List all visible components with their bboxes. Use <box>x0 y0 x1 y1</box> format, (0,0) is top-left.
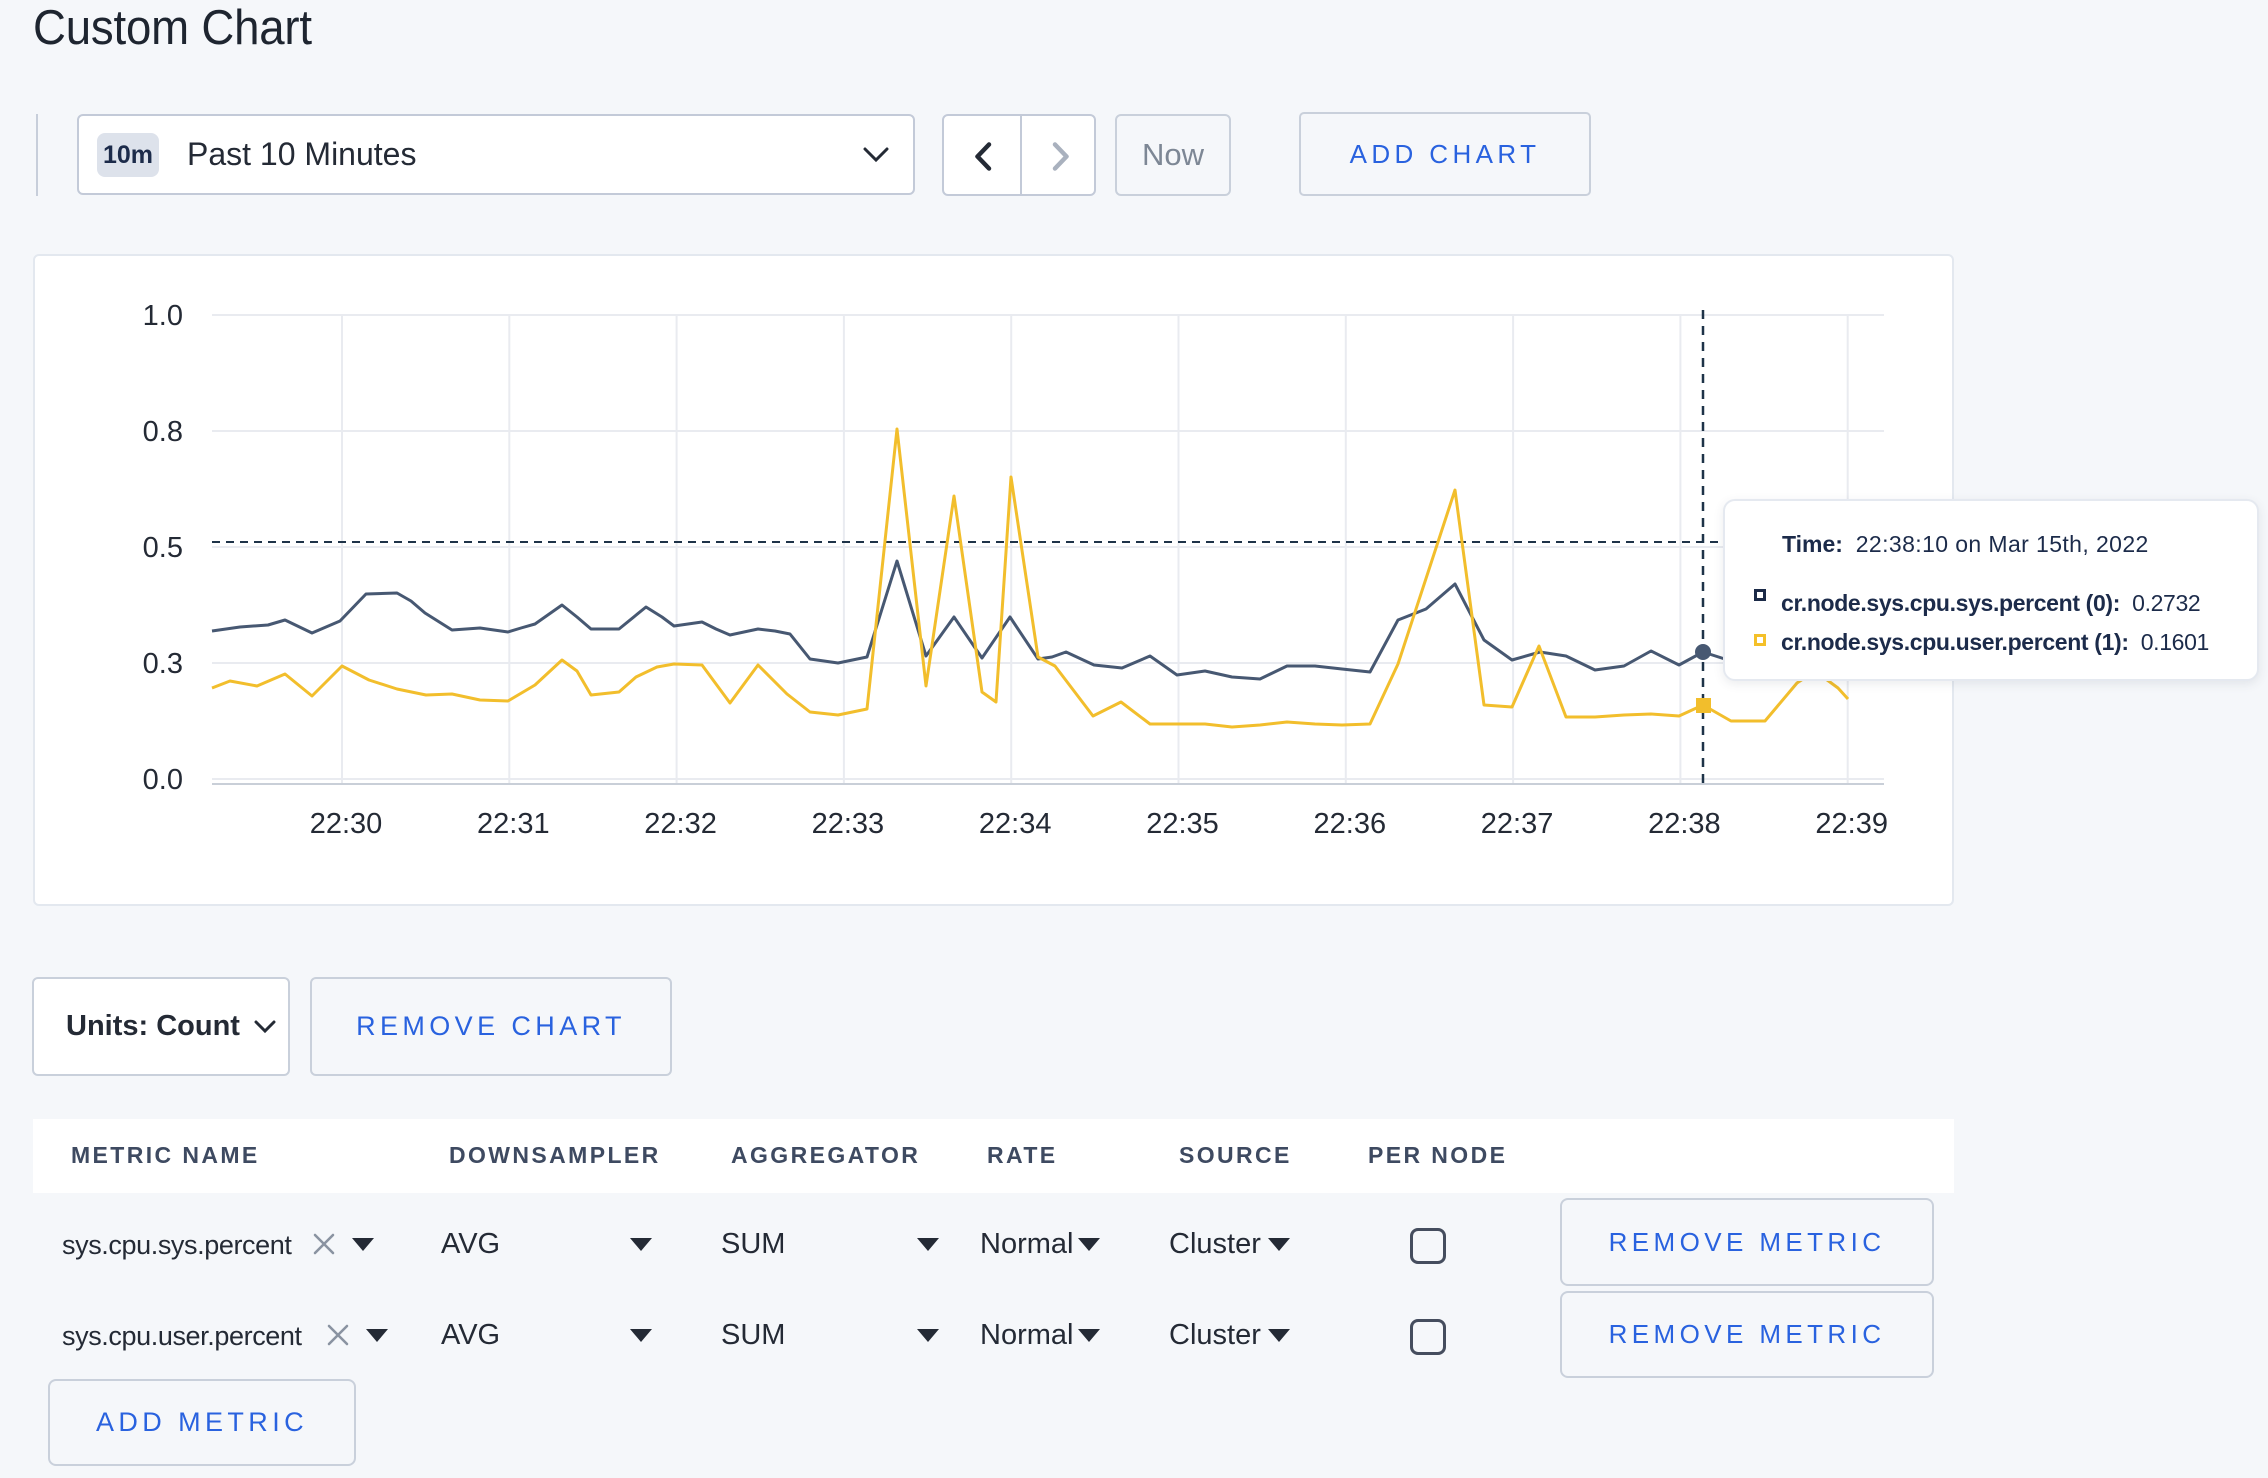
svg-text:0.8: 0.8 <box>143 416 183 448</box>
svg-text:22:34: 22:34 <box>979 808 1052 840</box>
svg-text:22:32: 22:32 <box>644 808 717 840</box>
svg-text:1.0: 1.0 <box>143 300 183 332</box>
svg-text:0.3: 0.3 <box>143 648 183 680</box>
svg-text:22:31: 22:31 <box>477 808 550 840</box>
svg-text:22:36: 22:36 <box>1314 808 1387 840</box>
svg-text:22:33: 22:33 <box>812 808 885 840</box>
svg-text:22:35: 22:35 <box>1146 808 1219 840</box>
svg-text:22:39: 22:39 <box>1815 808 1888 840</box>
svg-text:22:30: 22:30 <box>310 808 383 840</box>
svg-text:0.0: 0.0 <box>143 764 183 796</box>
svg-text:0.5: 0.5 <box>143 532 183 564</box>
svg-text:22:37: 22:37 <box>1481 808 1554 840</box>
svg-text:22:38: 22:38 <box>1648 808 1721 840</box>
